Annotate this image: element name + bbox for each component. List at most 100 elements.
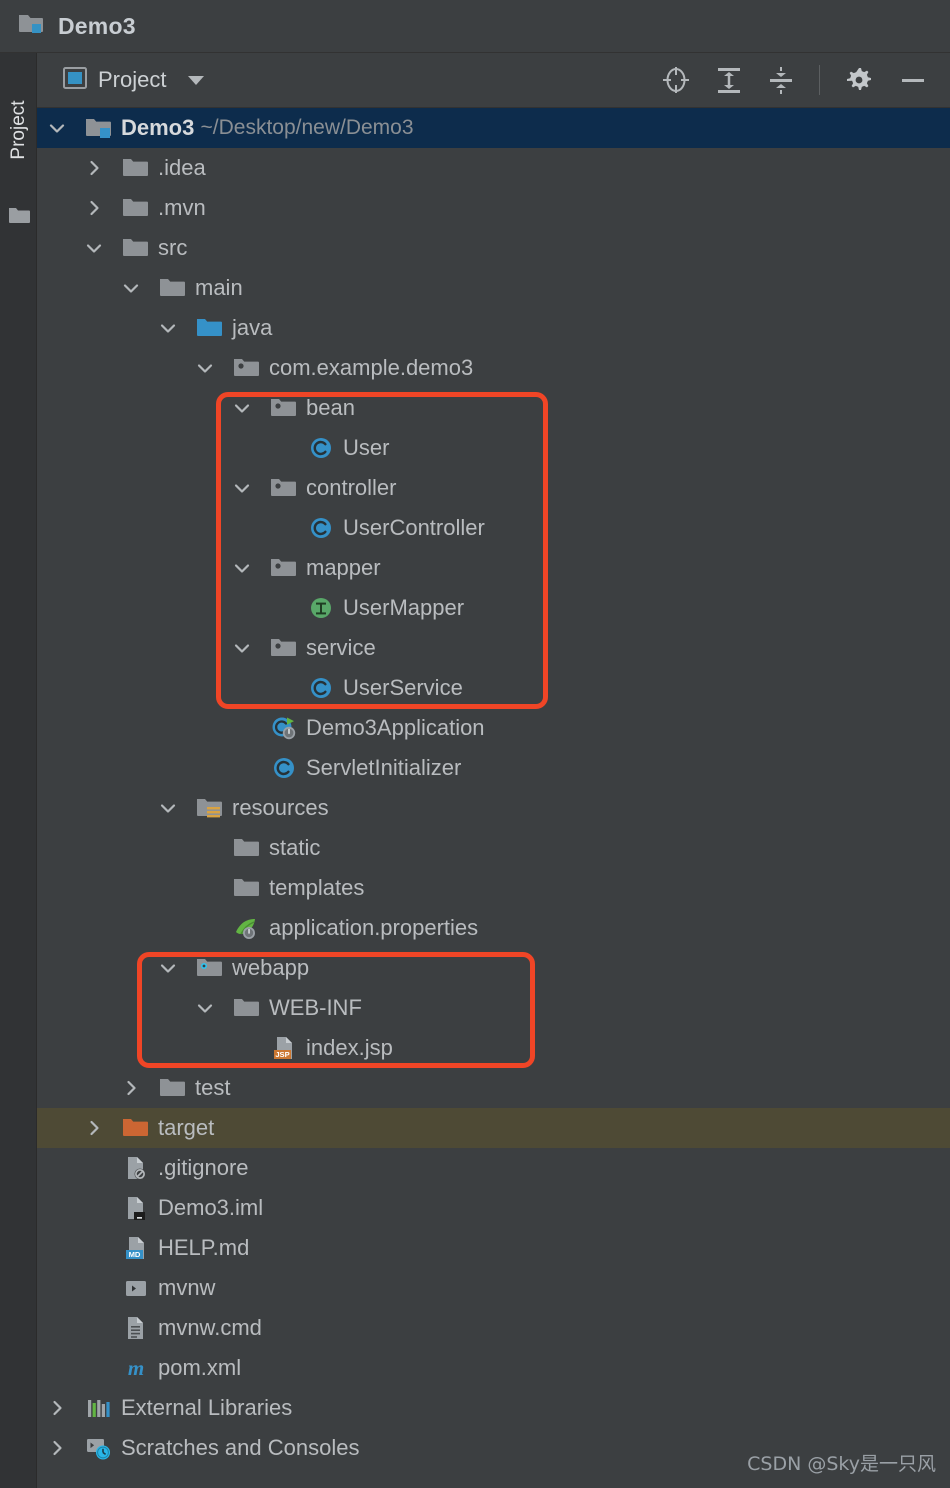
folder-icon [122,195,148,221]
tree-row-application-props[interactable]: application.properties [37,908,950,948]
package-icon [270,555,296,581]
settings-gear-icon[interactable] [844,65,874,95]
project-view-icon [62,65,88,96]
folder-icon [8,205,30,230]
project-panel-toolbar: Project [37,53,950,108]
chevron-down-icon[interactable] [158,318,178,338]
tree-row-gitignore[interactable]: .gitignore [37,1148,950,1188]
tree-row-bean[interactable]: bean [37,388,950,428]
tree-row-label: target [158,1115,215,1140]
tree-row-usermapper[interactable]: UserMapper [37,588,950,628]
chevron-down-icon[interactable] [84,238,104,258]
tree-row-src[interactable]: src [37,228,950,268]
chevron-down-icon[interactable] [232,558,252,578]
tree-row-test[interactable]: test [37,1068,950,1108]
expand-all-icon[interactable] [715,65,743,95]
spring-properties-icon [233,915,259,941]
resources-folder-icon [196,795,222,821]
tree-row-web-inf[interactable]: WEB-INF [37,988,950,1028]
chevron-right-icon[interactable] [84,158,104,178]
chevron-down-icon[interactable] [158,798,178,818]
chevron-down-icon[interactable] [195,998,215,1018]
tree-row-label: WEB-INF [269,995,362,1020]
tree-row-demo3application[interactable]: Demo3Application [37,708,950,748]
tree-row-label: bean [306,395,355,420]
web-folder-icon [196,955,222,981]
package-icon [270,475,296,501]
tree-row-label: External Libraries [121,1395,293,1420]
left-tool-strip: Project [0,53,37,1488]
tree-row-demo3-root[interactable]: Demo3 ~/Desktop/new/Demo3 [37,108,950,148]
java-interface-icon [307,595,333,621]
source-folder-icon [196,315,222,341]
chevron-down-icon[interactable] [232,398,252,418]
chevron-right-icon[interactable] [47,1398,67,1418]
tree-row-label: test [195,1075,231,1100]
chevron-right-icon[interactable] [84,198,104,218]
tree-row-java[interactable]: java [37,308,950,348]
tree-row-usercontroller[interactable]: UserController [37,508,950,548]
chevron-down-icon[interactable] [121,278,141,298]
tool-strip-project-button[interactable]: Project [8,91,30,169]
tree-row-target[interactable]: target [37,1108,950,1148]
tree-row-pom-xml[interactable]: m pom.xml [37,1348,950,1388]
svg-text:m: m [128,1356,144,1380]
tree-row-templates[interactable]: templates [37,868,950,908]
chevron-down-icon[interactable] [232,638,252,658]
chevron-down-icon[interactable] [232,478,252,498]
shell-script-icon [122,1275,148,1301]
chevron-down-icon[interactable] [195,358,215,378]
package-icon [270,395,296,421]
collapse-all-icon[interactable] [767,65,795,95]
project-tree[interactable]: Demo3 ~/Desktop/new/Demo3 .idea .mvn src main… [37,108,950,1488]
tree-row-servletinitializer[interactable]: ServletInitializer [37,748,950,788]
tree-row-external-libraries[interactable]: External Libraries [37,1388,950,1428]
svg-text:JSP: JSP [275,1050,289,1059]
package-icon [270,635,296,661]
tree-row-main[interactable]: main [37,268,950,308]
tree-row-label: pom.xml [158,1355,242,1380]
chevron-down-icon[interactable] [158,958,178,978]
tree-row-demo3-iml[interactable]: Demo3.iml [37,1188,950,1228]
chevron-right-icon[interactable] [47,1438,67,1458]
minimize-icon[interactable] [898,65,928,95]
folder-icon [233,995,259,1021]
folder-icon [159,1075,185,1101]
tree-row-label: .mvn [158,195,206,220]
tree-row-webapp[interactable]: webapp [37,948,950,988]
tree-row-label: controller [306,475,397,500]
tree-row-controller[interactable]: controller [37,468,950,508]
tree-row-resources[interactable]: resources [37,788,950,828]
tree-row-userservice[interactable]: UserService [37,668,950,708]
tree-row-com-example-demo3[interactable]: com.example.demo3 [37,348,950,388]
maven-file-icon: m [122,1355,148,1381]
tree-row-user-class[interactable]: User [37,428,950,468]
tree-row-label: resources [232,795,329,820]
libraries-icon [85,1395,111,1421]
project-view-selector[interactable]: Project [37,65,205,96]
tree-row-label: Scratches and Consoles [121,1435,360,1460]
tree-row-mvn[interactable]: .mvn [37,188,950,228]
folder-icon [122,155,148,181]
tree-row-help-md[interactable]: MD HELP.md [37,1228,950,1268]
tree-row-mvnw-cmd[interactable]: mvnw.cmd [37,1308,950,1348]
tree-row-mvnw[interactable]: mvnw [37,1268,950,1308]
tree-row-mapper[interactable]: mapper [37,548,950,588]
folder-icon [159,275,185,301]
chevron-down-icon[interactable] [47,118,67,138]
chevron-right-icon[interactable] [84,1118,104,1138]
chevron-down-icon[interactable] [188,75,205,85]
chevron-right-icon[interactable] [121,1078,141,1098]
java-class-icon [307,675,333,701]
tree-row-service[interactable]: service [37,628,950,668]
java-class-icon [307,435,333,461]
tree-row-index-jsp[interactable]: JSP index.jsp [37,1028,950,1068]
watermark: CSDN @Sky是一只风 [747,1453,936,1475]
tree-row-label: UserMapper [343,595,465,620]
project-folder-icon [85,115,111,141]
select-opened-file-icon[interactable] [661,65,691,95]
toolbar-actions [661,65,950,95]
gitignore-file-icon [122,1155,148,1181]
tree-row-static[interactable]: static [37,828,950,868]
tree-row-idea[interactable]: .idea [37,148,950,188]
